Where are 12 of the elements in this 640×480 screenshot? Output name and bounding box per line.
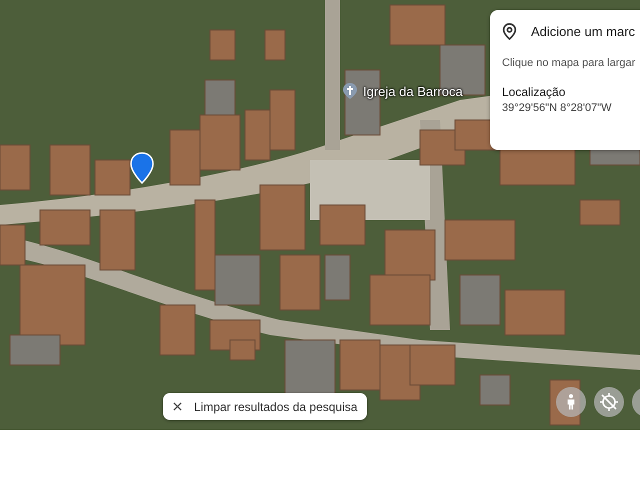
person-icon: [566, 393, 576, 411]
card-hint: Clique no mapa para largar: [502, 57, 636, 69]
location-pin-icon: [130, 152, 154, 184]
location-label: Localização: [502, 85, 566, 99]
church-marker-icon[interactable]: [342, 82, 358, 100]
location-pin-icon: [502, 22, 517, 41]
place-label[interactable]: Igreja da Barroca: [363, 84, 463, 98]
coordinates-text: 39°29'56"N 8°28'07"W: [502, 102, 612, 114]
clear-search-button[interactable]: Limpar resultados da pesquisa: [163, 393, 368, 420]
card-title: Adicione um marc: [531, 24, 636, 39]
compass-icon: [599, 392, 619, 412]
close-icon: [173, 402, 182, 411]
